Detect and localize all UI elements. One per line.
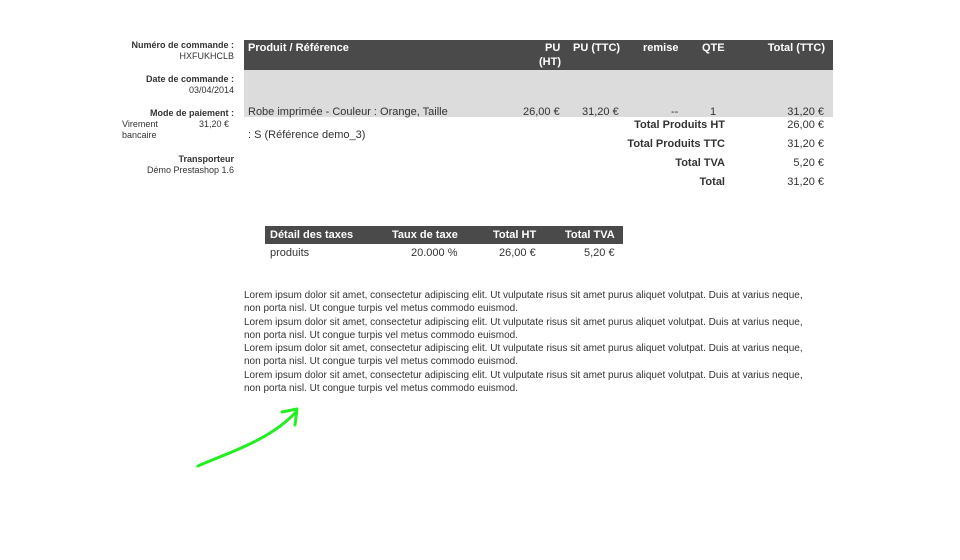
carrier-block: Transporteur Démo Prestashop 1.6 <box>112 154 234 175</box>
header-remise: remise <box>643 42 679 54</box>
order-date: 03/04/2014 <box>188 85 234 95</box>
order-date-label: Date de commande : <box>145 74 234 84</box>
header-qte: QTE <box>702 42 725 54</box>
products-table-header: Produit / Référence PU (HT) PU (TTC) rem… <box>244 40 833 70</box>
lorem-paragraph: Lorem ipsum dolor sit amet, consectetur … <box>244 343 803 368</box>
order-date-block: Date de commande : 03/04/2014 <box>112 74 234 95</box>
total-value: 5,20 € <box>793 157 824 169</box>
row-remise: -- <box>671 106 679 118</box>
row-pu-ht: 26,00 € <box>523 106 560 118</box>
table-row: Robe imprimée - Couleur : Orange, Taille… <box>244 70 833 141</box>
header-pu-ht-1: PU <box>545 42 561 54</box>
tax-header-total-ht: Total HT <box>493 229 537 241</box>
product-name-line1: Robe imprimée - Couleur : Orange, Taille <box>248 106 448 118</box>
tax-table: Détail des taxes Taux de taxe Total HT T… <box>265 226 623 264</box>
payment-label: Mode de paiement : <box>149 108 234 118</box>
annotation-arrow-icon <box>196 407 299 468</box>
tax-row-total-ht: 26,00 € <box>499 247 536 259</box>
header-product: Produit / Référence <box>248 42 349 54</box>
payment-amount: 31,20 € <box>198 119 229 129</box>
row-qte: 1 <box>710 106 717 118</box>
order-number-block: Numéro de commande : HXFUKHCLB <box>112 40 234 61</box>
tax-header-total-tva: Total TVA <box>565 229 615 241</box>
payment-method: Virement bancaire <box>122 119 158 140</box>
total-row: Total Produits HT 26,00 € <box>244 119 833 138</box>
total-label: Total Produits HT <box>634 119 725 131</box>
payment-block: Mode de paiement : Virement bancaire 31,… <box>112 108 234 141</box>
lorem-paragraph: Lorem ipsum dolor sit amet, consectetur … <box>244 316 803 341</box>
footer-text: Lorem ipsum dolor sit amet, consectetur … <box>244 289 819 395</box>
tax-row-total-tva: 5,20 € <box>584 247 615 259</box>
lorem-paragraph: Lorem ipsum dolor sit amet, consectetur … <box>244 369 803 395</box>
total-label: Total TVA <box>675 157 725 169</box>
carrier: Démo Prestashop 1.6 <box>146 165 234 175</box>
tax-header-rate: Taux de taxe <box>392 229 458 241</box>
tax-header-detail: Détail des taxes <box>270 229 354 241</box>
header-total-ttc: Total (TTC) <box>767 42 825 54</box>
header-pu-ttc: PU (TTC) <box>573 42 621 54</box>
total-label: Total Produits TTC <box>627 138 725 150</box>
order-info: Numéro de commande : HXFUKHCLB Date de c… <box>112 40 234 188</box>
tax-row-detail: produits <box>270 247 310 259</box>
total-value: 31,20 € <box>787 176 824 188</box>
total-row: Total TVA 5,20 € <box>244 157 833 176</box>
order-number-label: Numéro de commande : <box>131 40 234 50</box>
header-pu-ht-2: (HT) <box>539 56 561 68</box>
row-total: 31,20 € <box>787 106 824 118</box>
order-number: HXFUKHCLB <box>179 51 234 61</box>
lorem-paragraph: Lorem ipsum dolor sit amet, consectetur … <box>244 290 803 315</box>
products-table: Produit / Référence PU (HT) PU (TTC) rem… <box>244 40 833 195</box>
tax-row-rate: 20.000 % <box>411 247 458 259</box>
table-row: produits 20.000 % 26,00 € 5,20 € <box>265 244 623 264</box>
total-label: Total <box>699 176 725 188</box>
total-row: Total 31,20 € <box>244 176 833 195</box>
row-pu-ttc: 31,20 € <box>582 106 619 118</box>
total-row: Total Produits TTC 31,20 € <box>244 138 833 157</box>
total-value: 26,00 € <box>787 119 824 131</box>
tax-table-header: Détail des taxes Taux de taxe Total HT T… <box>265 226 623 244</box>
total-value: 31,20 € <box>787 138 824 150</box>
carrier-label: Transporteur <box>178 154 234 164</box>
